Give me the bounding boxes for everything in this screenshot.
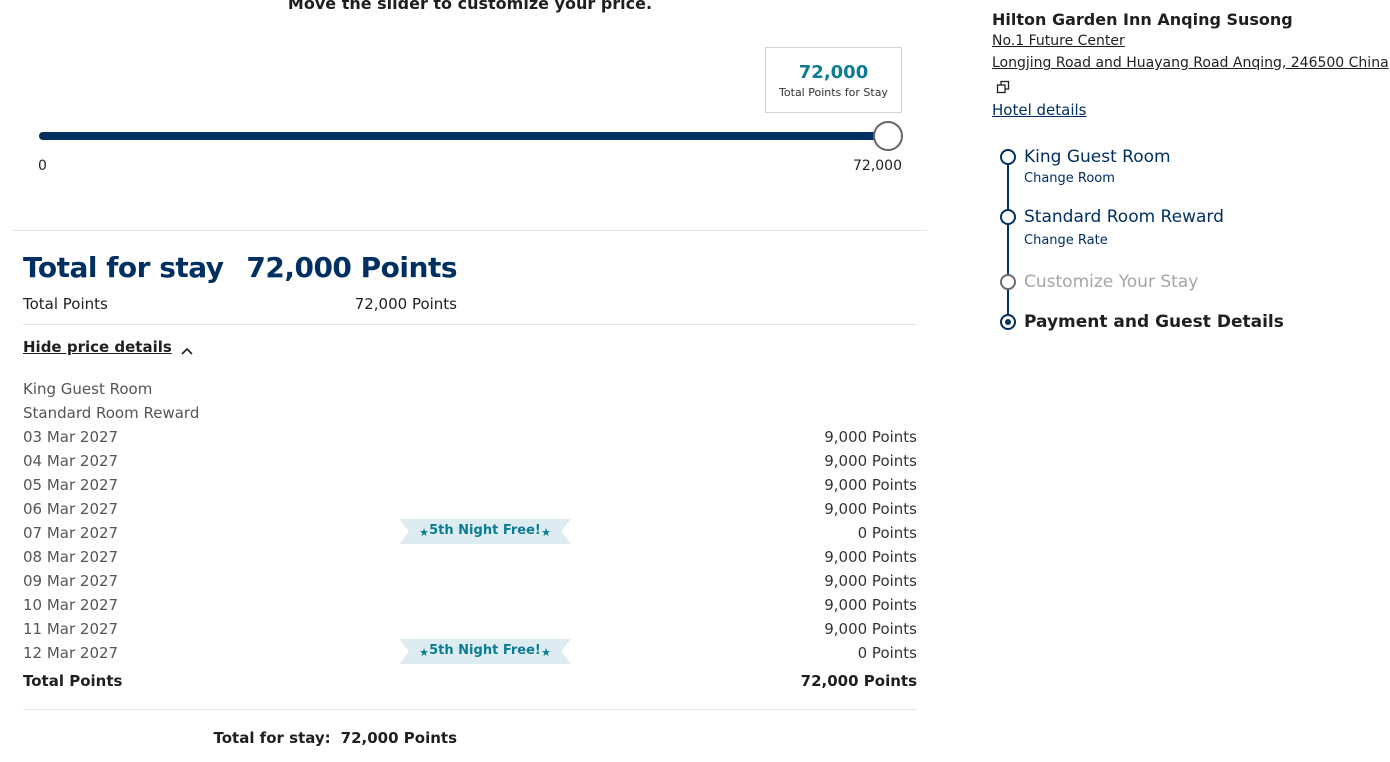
step-title-customize: Customize Your Stay bbox=[1024, 272, 1199, 292]
tooltip-label: Total Points for Stay bbox=[779, 86, 888, 99]
hotel-details-link[interactable]: Hotel details bbox=[992, 101, 1086, 119]
night-date: 09 Mar 2027 bbox=[23, 572, 119, 590]
night-row: 07 Mar 2027 ★ ★ 5th Night Free! 0 Points bbox=[23, 519, 917, 548]
breakdown-total-row: Total Points 72,000 Points bbox=[23, 672, 917, 690]
divider bbox=[13, 230, 927, 231]
total-points-label: Total Points bbox=[23, 295, 108, 313]
slider-max-label: 72,000 bbox=[853, 158, 902, 174]
hotel-address-line1[interactable]: No.1 Future Center bbox=[992, 33, 1125, 49]
night-points: 9,000 Points bbox=[824, 428, 917, 446]
step-title-rate: Standard Room Reward bbox=[1024, 207, 1224, 227]
night-points: 0 Points bbox=[857, 524, 917, 542]
breakdown-total-label: Total Points bbox=[23, 672, 123, 690]
footer-total-label: Total for stay: bbox=[213, 729, 331, 747]
external-link-icon[interactable] bbox=[996, 79, 1010, 94]
night-date: 12 Mar 2027 bbox=[23, 644, 119, 662]
rate-customization-panel: Move the slider to customize your price.… bbox=[0, 0, 930, 762]
tooltip-value: 72,000 bbox=[798, 62, 869, 83]
slider-handle[interactable] bbox=[873, 121, 903, 151]
step-dot-payment bbox=[1000, 314, 1016, 330]
night-row: 04 Mar 2027 9,000 Points bbox=[23, 452, 917, 476]
slider-tooltip: 72,000 Total Points for Stay bbox=[765, 47, 902, 113]
footer-total-value: 72,000 Points bbox=[340, 729, 457, 747]
footer-total: Total for stay: 72,000 Points bbox=[213, 729, 457, 747]
night-points: 9,000 Points bbox=[824, 620, 917, 638]
total-for-stay-value: 72,000 Points bbox=[246, 251, 457, 284]
night-date: 07 Mar 2027 bbox=[23, 524, 119, 542]
divider bbox=[23, 324, 917, 325]
night-row: 05 Mar 2027 9,000 Points bbox=[23, 476, 917, 500]
hide-price-details-toggle[interactable]: Hide price details bbox=[23, 338, 194, 356]
hide-price-details-label: Hide price details bbox=[23, 338, 172, 356]
step-title-payment: Payment and Guest Details bbox=[1024, 312, 1284, 332]
free-night-badge-label: 5th Night Free! bbox=[429, 523, 541, 538]
step-dot-customize bbox=[1000, 274, 1016, 290]
rate-type: Standard Room Reward bbox=[23, 404, 200, 422]
change-rate-link[interactable]: Change Rate bbox=[1024, 233, 1108, 248]
chevron-up-icon bbox=[180, 342, 194, 355]
night-date: 08 Mar 2027 bbox=[23, 548, 119, 566]
step-dot-room bbox=[1000, 149, 1016, 165]
progress-line bbox=[1007, 160, 1009, 324]
slider-min-label: 0 bbox=[38, 158, 47, 174]
room-type: King Guest Room bbox=[23, 380, 153, 398]
night-date: 05 Mar 2027 bbox=[23, 476, 119, 494]
night-row: 12 Mar 2027 ★ ★ 5th Night Free! 0 Points bbox=[23, 639, 917, 668]
night-points: 9,000 Points bbox=[824, 572, 917, 590]
night-points: 9,000 Points bbox=[824, 596, 917, 614]
booking-summary-sidebar: Hilton Garden Inn Anqing Susong No.1 Fut… bbox=[992, 0, 1390, 762]
step-title-room: King Guest Room bbox=[1024, 147, 1171, 167]
night-row: 09 Mar 2027 9,000 Points bbox=[23, 572, 917, 596]
night-points: 9,000 Points bbox=[824, 500, 917, 518]
total-for-stay-title: Total for stay bbox=[23, 251, 224, 284]
divider bbox=[23, 709, 917, 710]
night-points: 0 Points bbox=[857, 644, 917, 662]
free-night-badge: ★ ★ 5th Night Free! bbox=[399, 639, 571, 664]
free-night-badge: ★ ★ 5th Night Free! bbox=[399, 519, 571, 544]
slider-track[interactable] bbox=[39, 132, 888, 140]
slider-heading: Move the slider to customize your price. bbox=[287, 0, 653, 13]
night-date: 11 Mar 2027 bbox=[23, 620, 119, 638]
night-date: 03 Mar 2027 bbox=[23, 428, 119, 446]
step-dot-rate bbox=[1000, 209, 1016, 225]
night-date: 10 Mar 2027 bbox=[23, 596, 119, 614]
hotel-name: Hilton Garden Inn Anqing Susong bbox=[992, 10, 1293, 29]
night-row: 03 Mar 2027 9,000 Points bbox=[23, 428, 917, 452]
night-points: 9,000 Points bbox=[824, 548, 917, 566]
change-room-link[interactable]: Change Room bbox=[1024, 171, 1115, 186]
night-row: 10 Mar 2027 9,000 Points bbox=[23, 596, 917, 620]
night-date: 06 Mar 2027 bbox=[23, 500, 119, 518]
night-date: 04 Mar 2027 bbox=[23, 452, 119, 470]
free-night-badge-label: 5th Night Free! bbox=[429, 643, 541, 658]
breakdown-total-value: 72,000 Points bbox=[800, 672, 917, 690]
total-points-value: 72,000 Points bbox=[354, 295, 457, 313]
hotel-address-line2[interactable]: Longjing Road and Huayang Road Anqing, 2… bbox=[992, 55, 1389, 71]
night-points: 9,000 Points bbox=[824, 476, 917, 494]
night-row: 08 Mar 2027 9,000 Points bbox=[23, 548, 917, 572]
night-points: 9,000 Points bbox=[824, 452, 917, 470]
